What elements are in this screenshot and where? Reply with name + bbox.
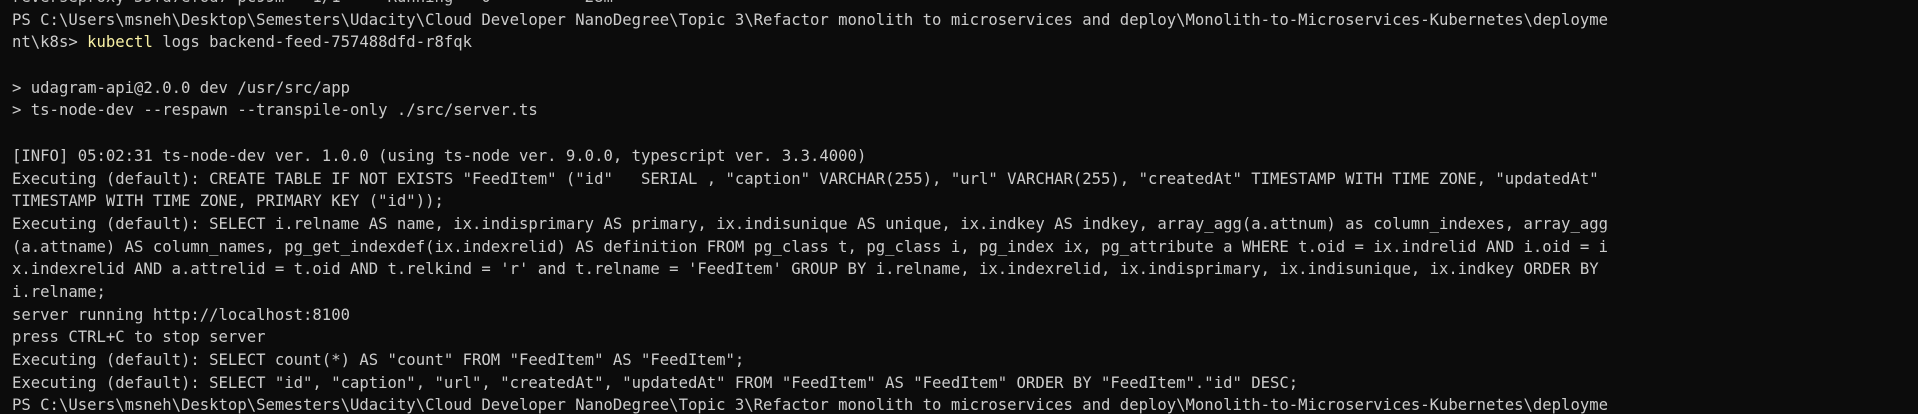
terminal-line: PS C:\Users\msneh\Desktop\Semesters\Udac… (12, 10, 1608, 29)
terminal-line: i.relname; (12, 282, 106, 301)
terminal-window[interactable]: reverseproxy-59fd7ef6d7-pc99m 1/1 Runnin… (0, 0, 1918, 414)
terminal-line: Executing (default): SELECT count(*) AS … (12, 351, 745, 369)
command-line: nt\k8s> kubectl logs backend-feed-757488… (12, 31, 1918, 54)
terminal-line: > udagram-api@2.0.0 dev /usr/src/app (12, 78, 350, 97)
terminal-line: PS C:\Users\msneh\Desktop\Semesters\Udac… (12, 396, 1608, 414)
terminal-line: TIMESTAMP WITH TIME ZONE, PRIMARY KEY ("… (12, 192, 444, 211)
command-name: kubectl (87, 33, 153, 52)
terminal-line: [INFO] 05:02:31 ts-node-dev ver. 1.0.0 (… (12, 146, 867, 165)
terminal-line: press CTRL+C to stop server (12, 328, 266, 347)
terminal-line: x.indexrelid AND a.attrelid = t.oid AND … (12, 260, 1599, 279)
terminal-line: reverseproxy-59fd7ef6d7-pc99m 1/1 Runnin… (12, 0, 1918, 9)
prompt-prefix: nt\k8s> (12, 33, 88, 52)
terminal-line: server running http://localhost:8100 (12, 305, 350, 324)
terminal-output: reverseproxy-59fd7ef6d7-pc99m 1/1 Runnin… (12, 0, 1918, 414)
terminal-line: Executing (default): SELECT "id", "capti… (12, 373, 1299, 392)
terminal-line: > ts-node-dev --respawn --transpile-only… (12, 101, 538, 120)
terminal-line: (a.attname) AS column_names, pg_get_inde… (12, 237, 1608, 256)
terminal-line: Executing (default): SELECT i.relname AS… (12, 214, 1608, 233)
terminal-line: Executing (default): CREATE TABLE IF NOT… (12, 169, 1599, 188)
command-args: logs backend-feed-757488dfd-r8fqk (152, 33, 473, 52)
